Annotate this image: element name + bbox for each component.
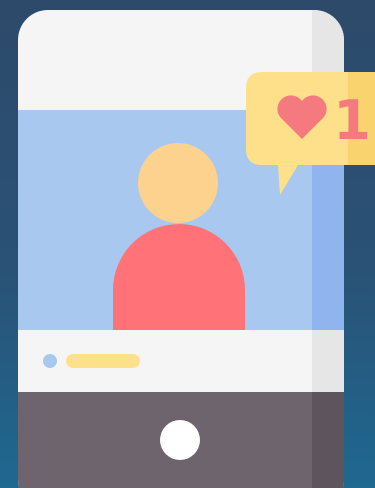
like-count: 1 — [333, 89, 371, 152]
caption-text-bar — [66, 354, 140, 368]
caption-dot — [43, 354, 57, 368]
home-button[interactable] — [160, 420, 200, 460]
phone-svg: 1 — [18, 10, 375, 488]
phone-illustration: 1 — [0, 0, 375, 488]
bottom-bezel-shadow — [312, 392, 344, 488]
avatar-head — [138, 143, 218, 223]
